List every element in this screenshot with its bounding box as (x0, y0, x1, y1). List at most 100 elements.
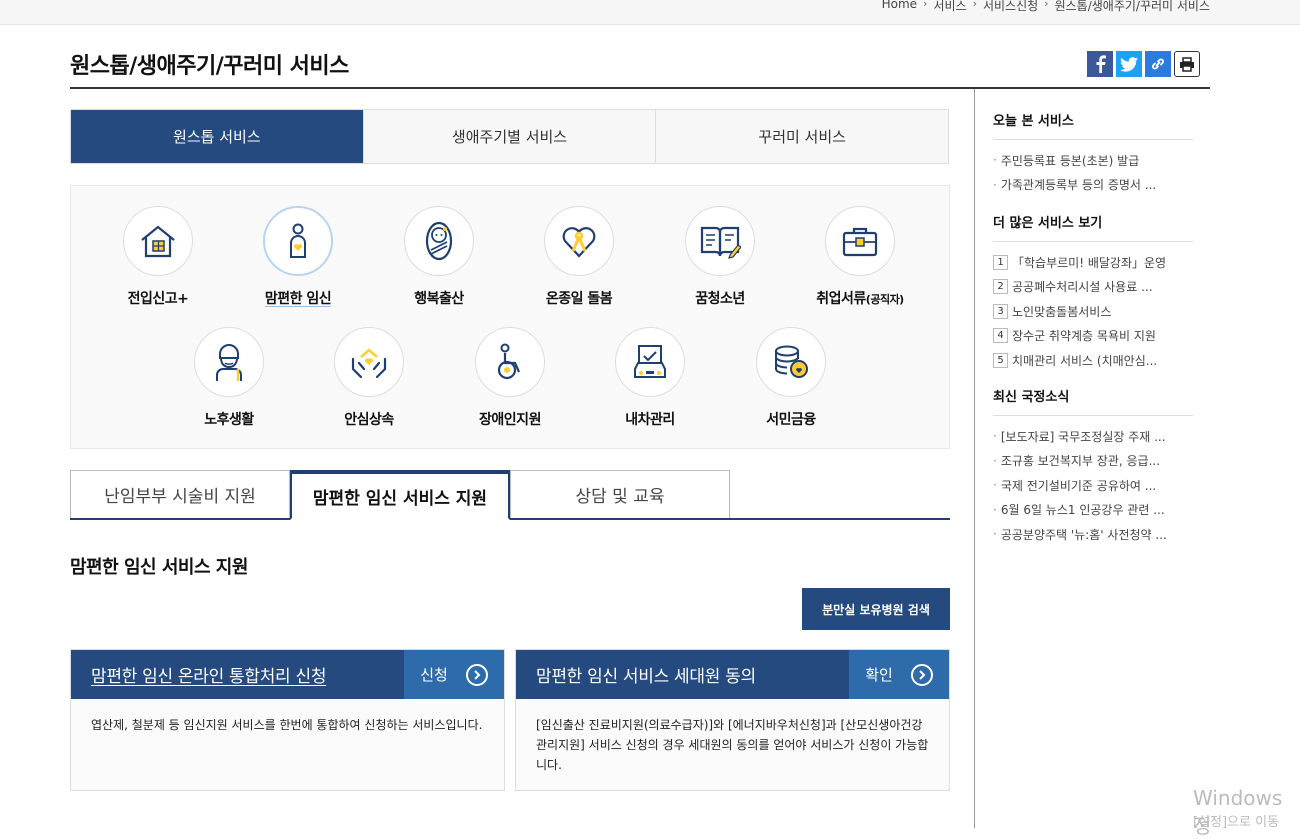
service-pregnancy[interactable]: 맘편한 임신 (238, 206, 358, 308)
breadcrumb-service[interactable]: 서비스 (933, 0, 966, 14)
arrow-right-icon (465, 663, 488, 686)
tab-lifecycle[interactable]: 생애주기별 서비스 (363, 110, 657, 163)
baby-icon (404, 206, 474, 276)
chevron-right-icon: › (1044, 0, 1049, 10)
sidebar-item[interactable]: 1 「학습부르미! 배달강좌」운영 (993, 250, 1193, 275)
service-finance[interactable]: 서민금융 (731, 327, 851, 429)
tab-onestop[interactable]: 원스톱 서비스 (71, 110, 364, 163)
sidebar-more: 더 많은 서비스 보기 1 「학습부르미! 배달강좌」운영 2 공공폐수처리시설 사… (993, 212, 1193, 373)
service-label: 전입신고+ (127, 291, 189, 307)
book-icon (685, 206, 755, 276)
sidebar-news: 최신 국정소식 · [보도자료] 국무조정실장 주재 ... · 조규홍 보건복지부… (993, 386, 1193, 547)
confirm-label: 확인 (865, 666, 893, 684)
bullet-icon: · (993, 177, 997, 192)
chevron-right-icon: › (972, 0, 977, 10)
arrow-right-icon (910, 663, 933, 686)
bullet-icon: · (993, 453, 997, 468)
sidebar-item[interactable]: 3 노인맞춤돌봄서비스 (993, 299, 1193, 324)
service-retirement[interactable]: 노후생활 (169, 327, 289, 429)
sidebar-item[interactable]: 2 공공폐수처리시설 사용료 ... (993, 275, 1193, 300)
facebook-icon[interactable] (1087, 51, 1113, 77)
sidebar-item[interactable]: · 주민등록표 등본(초본) 발급 (993, 148, 1193, 173)
bullet-icon: · (993, 429, 997, 444)
breadcrumb-home[interactable]: Home (882, 0, 917, 14)
service-card: 맘편한 임신 온라인 통합처리 신청 신청 엽산제, 철분제 등 임신지원 서비… (70, 649, 505, 791)
title-divider (70, 87, 1210, 89)
service-card: 맘편한 임신 서비스 세대원 동의 확인 [임신출산 진료비지원(의료수급자)]… (515, 649, 950, 791)
tab-counseling[interactable]: 상담 및 교육 (510, 470, 730, 518)
breadcrumb: Home › 서비스 › 서비스신청 › 원스톱/생애주기/꾸러미 서비스 (882, 0, 1210, 14)
sidebar-item[interactable]: · 국제 전기설비기준 공유하여 ... (993, 473, 1193, 498)
service-care[interactable]: 온종일 돌봄 (519, 206, 639, 308)
section-title: 맘편한 임신 서비스 지원 (70, 557, 248, 578)
service-move-in[interactable]: 전입신고+ (98, 206, 218, 308)
rank-badge: 4 (993, 328, 1008, 344)
share-buttons (1087, 51, 1200, 77)
service-label: 취업서류(공직자) (816, 291, 904, 307)
car-icon (615, 327, 685, 397)
elder-icon (194, 327, 264, 397)
hospital-search-button[interactable]: 분만실 보유병원 검색 (802, 588, 950, 630)
rank-badge: 1 (993, 254, 1008, 270)
service-car[interactable]: 내차관리 (590, 327, 710, 429)
rank-badge: 3 (993, 303, 1008, 319)
card-title[interactable]: 맘편한 임신 서비스 세대원 동의 (516, 650, 849, 699)
breadcrumb-current[interactable]: 원스톱/생애주기/꾸러미 서비스 (1055, 0, 1210, 14)
sidebar-item[interactable]: 4 장수군 취약계층 목욕비 지원 (993, 324, 1193, 349)
card-description: 엽산제, 철분제 등 임신지원 서비스를 한번에 통합하여 신청하는 서비스입니… (91, 718, 483, 732)
bullet-icon: · (993, 527, 997, 542)
service-youth[interactable]: 꿈청소년 (660, 206, 780, 308)
top-bar: Home › 서비스 › 서비스신청 › 원스톱/생애주기/꾸러미 서비스 (0, 0, 1300, 25)
card-header: 맘편한 임신 온라인 통합처리 신청 신청 (71, 650, 504, 699)
card-header: 맘편한 임신 서비스 세대원 동의 확인 (516, 650, 949, 699)
house-icon (123, 206, 193, 276)
coins-icon (756, 327, 826, 397)
sidebar-heading: 오늘 본 서비스 (993, 110, 1193, 140)
sidebar-divider (974, 89, 975, 828)
windows-watermark-sub: [설정]으로 이동 (1193, 815, 1280, 830)
bullet-icon: · (993, 478, 997, 493)
sidebar-heading: 더 많은 서비스 보기 (993, 212, 1193, 242)
service-employment[interactable]: 취업서류(공직자) (800, 206, 920, 308)
apply-button[interactable]: 신청 (404, 650, 504, 699)
tab-infertility[interactable]: 난임부부 시술비 지원 (70, 470, 290, 518)
service-icon-panel: 전입신고+ 맘편한 임신 행복출산 온종일 돌봄 꿈청소년 취업서류(공직자) (70, 185, 950, 449)
sidebar-item[interactable]: 5 치매관리 서비스 (치매안심... (993, 348, 1193, 373)
service-inheritance[interactable]: 안심상속 (309, 327, 429, 429)
service-disability[interactable]: 장애인지원 (450, 327, 570, 429)
bullet-icon: · (993, 153, 997, 168)
tab-pregnancy-support[interactable]: 맘편한 임신 서비스 지원 (290, 470, 510, 520)
breadcrumb-apply[interactable]: 서비스신청 (983, 0, 1038, 14)
service-label: 장애인지원 (479, 412, 541, 428)
service-label: 꿈청소년 (695, 291, 745, 307)
confirm-button[interactable]: 확인 (849, 650, 949, 699)
service-label: 서민금융 (766, 412, 816, 428)
bullet-icon: · (993, 502, 997, 517)
sidebar-item[interactable]: · 공공분양주택 '뉴:홈' 사전청약 ... (993, 522, 1193, 547)
sub-tabs: 난임부부 시술비 지원 맘편한 임신 서비스 지원 상담 및 교육 (70, 470, 950, 520)
service-label: 맘편한 임신 (264, 291, 332, 307)
sidebar-item[interactable]: · 가족관계등록부 등의 증명서 ... (993, 173, 1193, 198)
briefcase-icon (825, 206, 895, 276)
sidebar-item[interactable]: · 조규홍 보건복지부 장관, 응급... (993, 449, 1193, 474)
tab-package[interactable]: 꾸러미 서비스 (656, 110, 949, 163)
service-label: 안심상속 (344, 412, 394, 428)
pregnant-icon (263, 206, 333, 276)
apply-label: 신청 (420, 666, 448, 684)
sidebar-heading: 최신 국정소식 (993, 386, 1193, 416)
link-icon[interactable] (1145, 51, 1171, 77)
page-title: 원스톱/생애주기/꾸러미 서비스 (70, 54, 349, 79)
sidebar-item[interactable]: · [보도자료] 국무조정실장 주재 ... (993, 424, 1193, 449)
ribbon-heart-icon (544, 206, 614, 276)
sidebar-item[interactable]: · 6월 6일 뉴스1 인공강우 관련 ... (993, 498, 1193, 523)
twitter-icon[interactable] (1116, 51, 1142, 77)
wheelchair-icon (475, 327, 545, 397)
service-label: 온종일 돌봄 (545, 291, 613, 307)
service-birth[interactable]: 행복출산 (379, 206, 499, 308)
service-label: 행복출산 (414, 291, 464, 307)
service-label: 노후생활 (204, 412, 254, 428)
hands-house-icon (334, 327, 404, 397)
card-title-link[interactable]: 맘편한 임신 온라인 통합처리 신청 (71, 650, 404, 699)
rank-badge: 2 (993, 279, 1008, 295)
print-icon[interactable] (1174, 51, 1200, 77)
